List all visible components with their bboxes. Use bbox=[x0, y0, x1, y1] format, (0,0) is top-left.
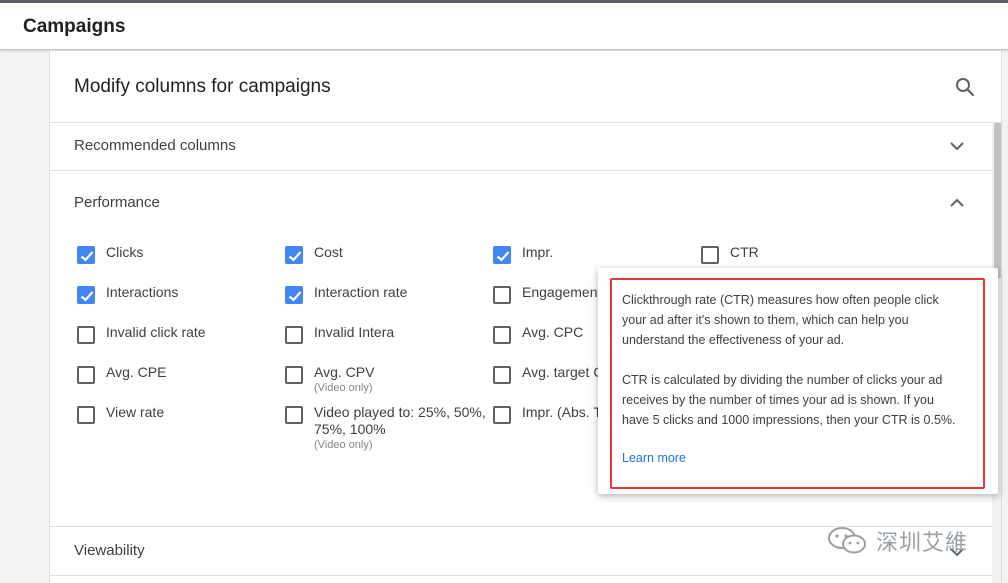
column-checkbox[interactable] bbox=[493, 286, 511, 304]
column-checkbox-label[interactable]: Impr. (Abs. T bbox=[522, 404, 602, 420]
divider bbox=[50, 575, 1001, 576]
search-icon[interactable] bbox=[953, 75, 977, 99]
column-checkbox-label[interactable]: Avg. CPE bbox=[106, 364, 166, 380]
divider bbox=[50, 122, 1001, 123]
column-checkbox-label[interactable]: 75%, 100% bbox=[314, 421, 386, 437]
tooltip-line: CTR is calculated by dividing the number… bbox=[622, 373, 943, 387]
column-checkbox[interactable] bbox=[77, 366, 95, 384]
column-checkbox[interactable] bbox=[285, 326, 303, 344]
learn-more-link[interactable]: Learn more bbox=[622, 451, 686, 465]
tooltip-line: Clickthrough rate (CTR) measures how oft… bbox=[622, 293, 939, 307]
divider bbox=[50, 170, 1001, 171]
column-checkbox[interactable] bbox=[77, 406, 95, 424]
section-viewability[interactable]: Viewability bbox=[74, 542, 145, 559]
column-checkbox-label[interactable]: Impr. bbox=[522, 244, 553, 260]
column-checkbox[interactable] bbox=[77, 326, 95, 344]
section-recommended-columns[interactable]: Recommended columns bbox=[74, 137, 236, 154]
column-checkbox[interactable] bbox=[77, 286, 95, 304]
column-checkbox-label[interactable]: Engagement bbox=[522, 284, 601, 300]
column-checkbox[interactable] bbox=[285, 286, 303, 304]
page-title: Campaigns bbox=[23, 16, 126, 37]
column-checkbox-label[interactable]: Interaction rate bbox=[314, 284, 407, 300]
tooltip-line: have 5 clicks and 1000 impressions, then… bbox=[622, 413, 956, 427]
column-checkbox[interactable] bbox=[285, 246, 303, 264]
column-checkbox-label[interactable]: Invalid Intera bbox=[314, 324, 394, 340]
column-checkbox-label[interactable]: View rate bbox=[106, 404, 164, 420]
column-checkbox-label[interactable]: Avg. CPV bbox=[314, 364, 374, 380]
column-checkbox[interactable] bbox=[493, 366, 511, 384]
tooltip-line: receives by the number of times your ad … bbox=[622, 393, 934, 407]
scrollbar-thumb[interactable] bbox=[994, 123, 1001, 278]
column-checkbox-label[interactable]: Video played to: 25%, 50%, bbox=[314, 404, 486, 420]
tooltip-line: understand the effectiveness of your ad. bbox=[622, 333, 845, 347]
column-checkbox-label[interactable]: Avg. CPC bbox=[522, 324, 583, 340]
app-header: Campaigns bbox=[0, 3, 1008, 50]
column-checkbox-label[interactable]: Clicks bbox=[106, 244, 143, 260]
column-checkbox-label[interactable]: CTR bbox=[730, 244, 759, 260]
column-checkbox-note: (Video only) bbox=[314, 382, 373, 394]
column-checkbox[interactable] bbox=[493, 246, 511, 264]
chevron-down-icon[interactable] bbox=[947, 136, 967, 156]
column-checkbox-label[interactable]: Invalid click rate bbox=[106, 324, 206, 340]
wechat-logo-icon bbox=[828, 527, 866, 554]
column-checkbox-label[interactable]: Interactions bbox=[106, 284, 178, 300]
chevron-up-icon[interactable] bbox=[947, 193, 967, 213]
column-checkbox[interactable] bbox=[493, 326, 511, 344]
column-checkbox[interactable] bbox=[285, 406, 303, 424]
tooltip-line: your ad after it's shown to them, which … bbox=[622, 313, 909, 327]
section-performance[interactable]: Performance bbox=[74, 194, 160, 211]
column-checkbox[interactable] bbox=[77, 246, 95, 264]
column-checkbox[interactable] bbox=[701, 246, 719, 264]
column-checkbox-label[interactable]: Cost bbox=[314, 244, 343, 260]
column-checkbox-note: (Video only) bbox=[314, 439, 373, 451]
column-checkbox[interactable] bbox=[493, 406, 511, 424]
panel-title: Modify columns for campaigns bbox=[74, 76, 331, 97]
watermark-text: 深圳艾維 bbox=[876, 531, 969, 556]
column-checkbox[interactable] bbox=[285, 366, 303, 384]
